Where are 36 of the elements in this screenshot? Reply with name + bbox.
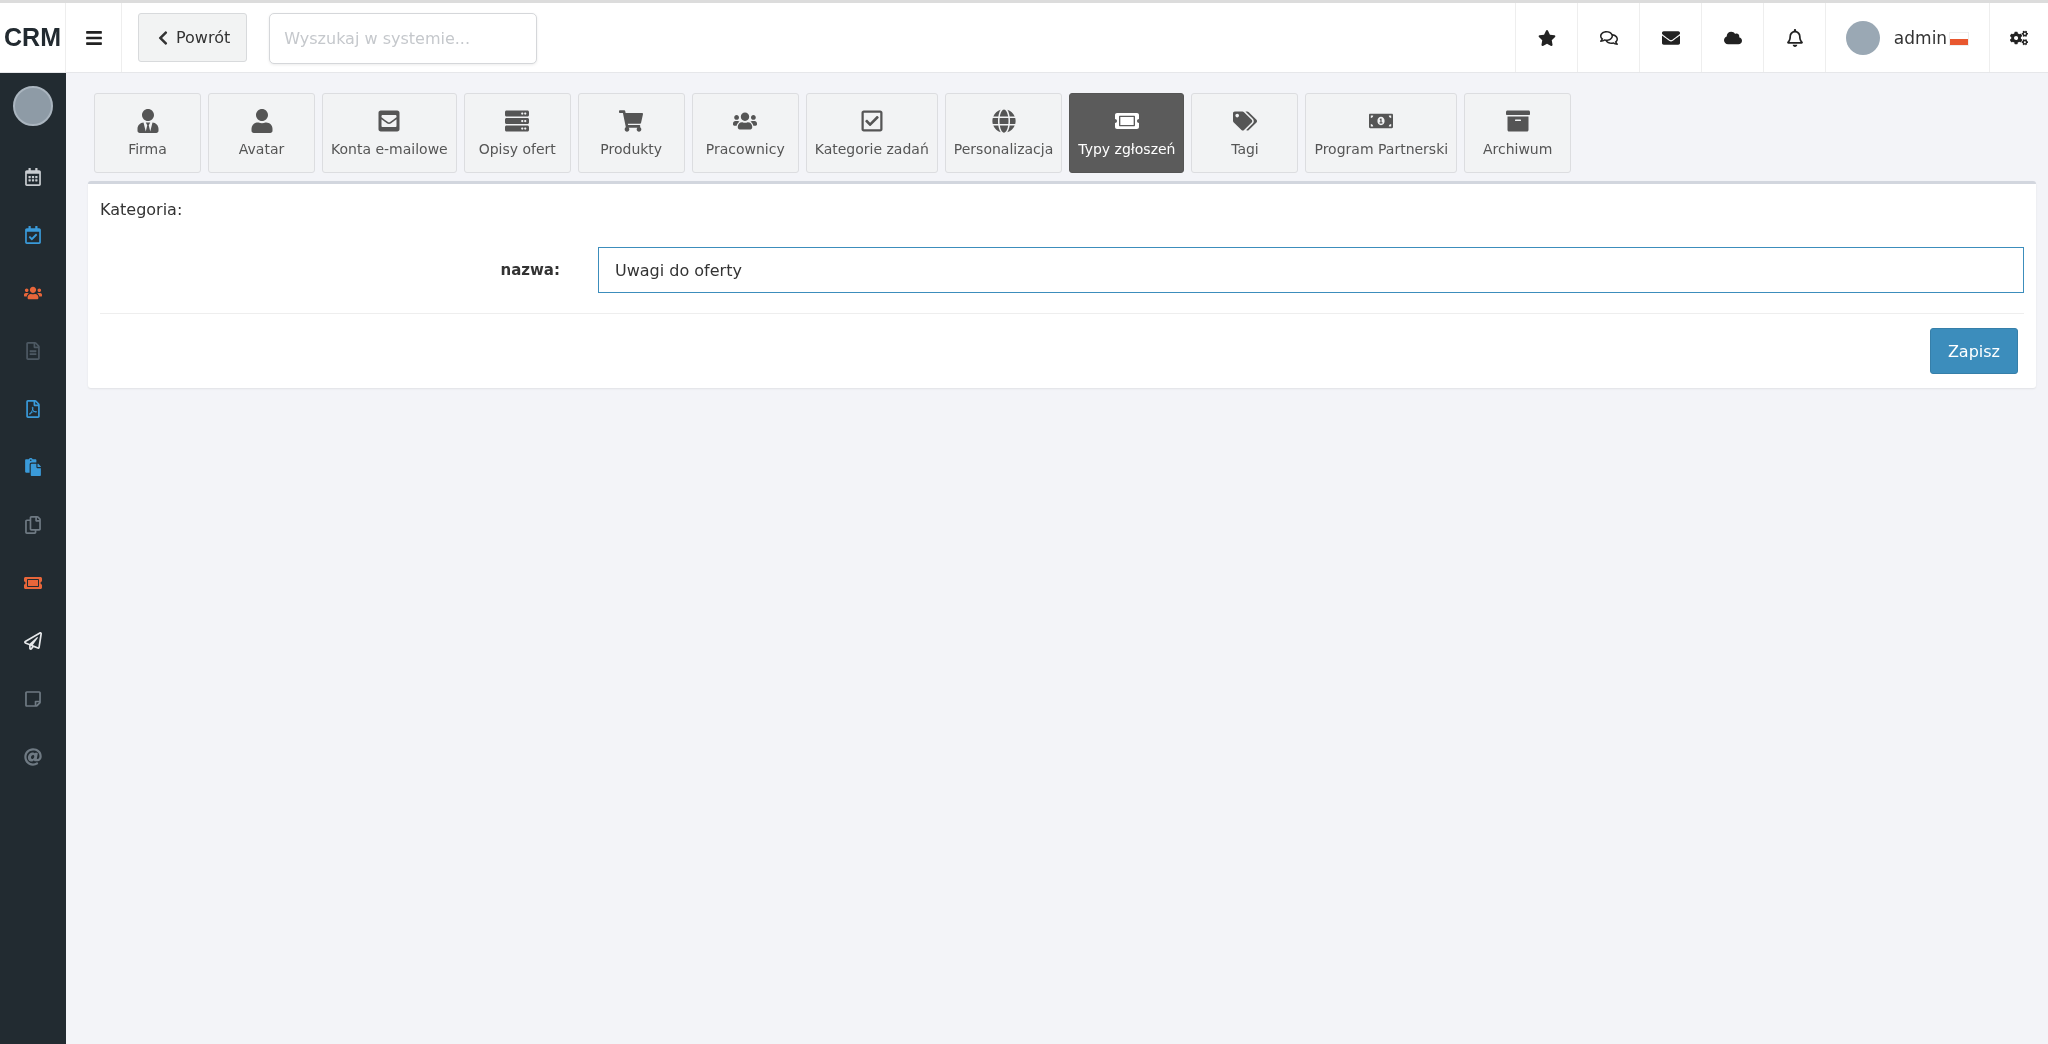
save-button[interactable]: Zapisz	[1929, 328, 2018, 374]
tab[interactable]: Produkty	[577, 93, 685, 173]
form-title: Kategoria:	[100, 200, 184, 219]
tab[interactable]: Program Partnerski	[1305, 93, 1458, 173]
tab[interactable]: Konta e-mailowe	[322, 93, 457, 173]
globe-icon	[991, 109, 1016, 133]
tab[interactable]: Archiwum	[1464, 93, 1572, 173]
tab[interactable]: Opisy ofert	[463, 93, 571, 173]
bell-icon	[1785, 28, 1804, 47]
flag-icon	[1949, 32, 1970, 46]
tab[interactable]: Pracownicy	[691, 93, 799, 173]
tie-icon	[135, 109, 160, 133]
chat-icon	[1599, 28, 1618, 47]
envelope-icon	[1661, 28, 1680, 47]
archive-icon	[1505, 109, 1530, 133]
settings-icon	[2010, 28, 2028, 47]
menu-icon	[84, 28, 103, 47]
field-label: nazwa:	[499, 261, 560, 279]
server-icon	[505, 109, 530, 133]
star-icon	[1537, 28, 1556, 47]
user-icon	[249, 109, 274, 133]
tab[interactable]: Firma	[94, 93, 201, 173]
search-field[interactable]: Wyszukaj w systemie...	[269, 13, 538, 64]
name-input[interactable]: Uwagi do oferty	[598, 247, 2024, 293]
back-button[interactable]: Powrót	[138, 13, 248, 62]
checkbox-icon	[859, 109, 884, 133]
tab[interactable]: Avatar	[208, 93, 315, 173]
envelope-icon	[377, 109, 402, 133]
tab[interactable]: Kategorie zadań	[805, 93, 938, 173]
avatar[interactable]	[13, 86, 53, 126]
tags-icon	[1232, 109, 1257, 133]
user-name[interactable]: admin	[1893, 27, 1948, 48]
cart-icon	[619, 109, 644, 133]
tab[interactable]: Personalizacja	[944, 93, 1063, 173]
tab[interactable]: Tagi	[1191, 93, 1299, 173]
tab[interactable]: Typy zgłoszeń	[1069, 93, 1185, 173]
